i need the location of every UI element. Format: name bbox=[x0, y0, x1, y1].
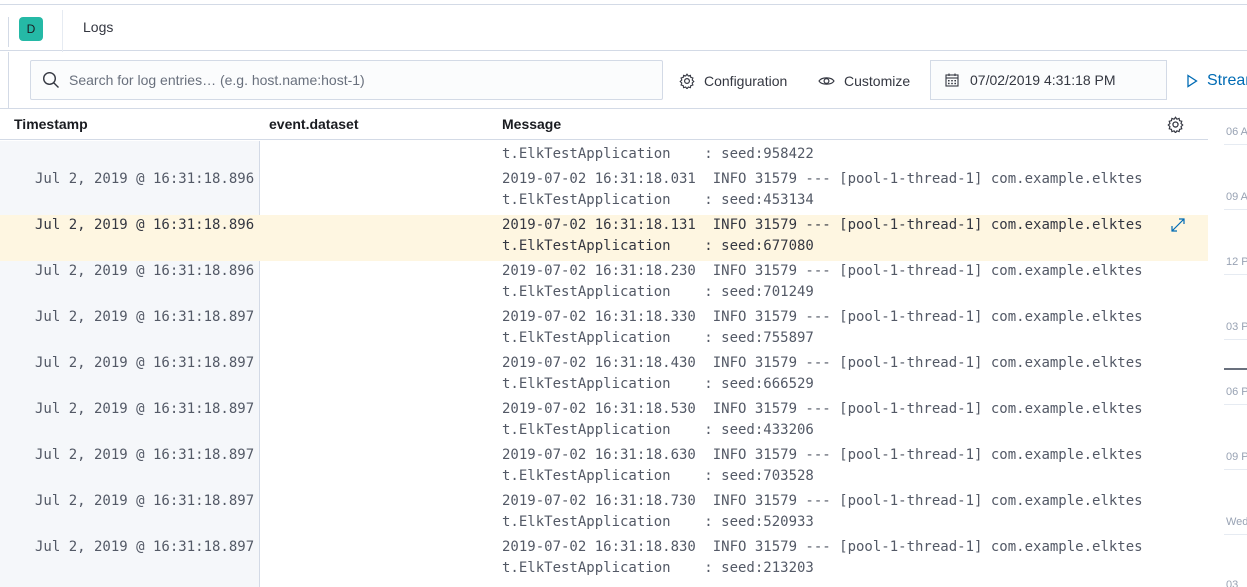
log-message-line: 2019-07-02 16:31:18.031 INFO 31579 --- [… bbox=[502, 171, 1143, 187]
log-message: 2019-07-02 16:31:18.530 INFO 31579 --- [… bbox=[502, 399, 1143, 441]
log-message-line: t.ElkTestApplication : seed:703528 bbox=[502, 468, 814, 484]
configuration-button[interactable]: Configuration bbox=[679, 70, 787, 92]
log-timestamp: Jul 2, 2019 @ 16:31:18.896 bbox=[35, 263, 255, 279]
log-timestamp: Jul 2, 2019 @ 16:31:18.897 bbox=[35, 539, 255, 555]
header-divider bbox=[62, 10, 63, 56]
log-row[interactable]: Jul 2, 2019 @ 16:31:18.897 2019-07-02 16:… bbox=[0, 537, 1208, 583]
minimap-tick bbox=[1224, 404, 1247, 405]
log-row[interactable]: Jul 2, 2019 @ 16:31:18.897 2019-07-02 16:… bbox=[0, 353, 1208, 399]
space-avatar[interactable]: D bbox=[19, 17, 43, 41]
column-settings-icon[interactable] bbox=[1167, 116, 1184, 133]
log-timestamp: Jul 2, 2019 @ 16:31:18.896 bbox=[35, 171, 255, 187]
header-divider bbox=[8, 17, 9, 47]
log-stream[interactable]: Jul 2, 2019 @ 16:31:18.896 2019-07-02 16:… bbox=[0, 141, 1208, 587]
column-dataset: event.dataset bbox=[269, 116, 359, 132]
minimap-time-label: 06 A bbox=[1226, 126, 1247, 138]
log-message: 2019-07-02 16:31:18.730 INFO 31579 --- [… bbox=[502, 491, 1143, 533]
log-message: 2019-07-02 16:31:18.031 INFO 31579 --- [… bbox=[502, 169, 1143, 211]
customize-button[interactable]: Customize bbox=[818, 70, 910, 92]
minimap-time-label: 09 A bbox=[1226, 191, 1247, 203]
minimap-tick bbox=[1224, 144, 1247, 145]
log-message-line: 2019-07-02 16:31:18.131 INFO 31579 --- [… bbox=[502, 217, 1143, 233]
stream-live-button[interactable]: Stream live bbox=[1186, 70, 1247, 92]
log-timestamp: Jul 2, 2019 @ 16:31:18.897 bbox=[35, 309, 255, 325]
eye-icon bbox=[818, 77, 835, 85]
log-message: 2019-07-02 16:31:18.430 INFO 31579 --- [… bbox=[502, 353, 1143, 395]
date-picker[interactable]: 07/02/2019 4:31:18 PM bbox=[930, 60, 1167, 100]
app-header: D Logs bbox=[0, 5, 1247, 56]
log-message: 2019-07-02 16:31:17.933 INFO 31579 --- [… bbox=[502, 141, 1143, 165]
log-message-line: 2019-07-02 16:31:18.230 INFO 31579 --- [… bbox=[502, 263, 1143, 279]
log-message-line: t.ElkTestApplication : seed:433206 bbox=[502, 422, 814, 438]
log-message-line: t.ElkTestApplication : seed:958422 bbox=[502, 146, 814, 162]
minimap-time-label: Wed bbox=[1226, 516, 1247, 528]
calendar-icon bbox=[945, 73, 959, 87]
log-message-line: t.ElkTestApplication : seed:666529 bbox=[502, 376, 814, 392]
log-row[interactable]: Jul 2, 2019 @ 16:31:18.896 2019-07-02 16:… bbox=[0, 141, 1208, 169]
gear-icon bbox=[679, 73, 695, 89]
minimap-time-label: 06 P bbox=[1226, 386, 1247, 398]
log-message-line: t.ElkTestApplication : seed:520933 bbox=[502, 514, 814, 530]
log-message-line: 2019-07-02 16:31:18.630 INFO 31579 --- [… bbox=[502, 447, 1143, 463]
log-row[interactable]: Jul 2, 2019 @ 16:31:18.897 2019-07-02 16:… bbox=[0, 445, 1208, 491]
log-message: 2019-07-02 16:31:18.131 INFO 31579 --- [… bbox=[502, 215, 1143, 257]
log-timestamp: Jul 2, 2019 @ 16:31:18.897 bbox=[35, 401, 255, 417]
log-timestamp: Jul 2, 2019 @ 16:31:18.897 bbox=[35, 355, 255, 371]
log-row[interactable]: Jul 2, 2019 @ 16:31:18.896 2019-07-02 16:… bbox=[0, 261, 1208, 307]
minimap-tick bbox=[1224, 339, 1247, 340]
log-message-line: 2019-07-02 16:31:18.830 INFO 31579 --- [… bbox=[502, 539, 1143, 555]
log-timestamp: Jul 2, 2019 @ 16:31:18.897 bbox=[35, 493, 255, 509]
log-message-line: t.ElkTestApplication : seed:677080 bbox=[502, 238, 814, 254]
column-message: Message bbox=[502, 116, 562, 132]
toolbar-divider bbox=[8, 52, 9, 109]
minimap-time-label: 12 P bbox=[1226, 256, 1247, 268]
log-row[interactable]: Jul 2, 2019 @ 16:31:18.896 2019-07-02 16:… bbox=[0, 169, 1208, 215]
log-message-line: 2019-07-02 16:31:18.530 INFO 31579 --- [… bbox=[502, 401, 1143, 417]
log-rows: Jul 2, 2019 @ 16:31:18.896 2019-07-02 16:… bbox=[0, 141, 1208, 583]
stream-live-label: Stream live bbox=[1207, 72, 1247, 89]
date-value: 07/02/2019 4:31:18 PM bbox=[970, 72, 1116, 88]
log-message-line: 2019-07-02 16:31:18.730 INFO 31579 --- [… bbox=[502, 493, 1143, 509]
logs-toolbar: Configuration Customize 07/02/2019 4:31:… bbox=[0, 52, 1247, 109]
log-message-line: t.ElkTestApplication : seed:701249 bbox=[502, 284, 814, 300]
expand-icon[interactable] bbox=[1170, 217, 1186, 233]
log-timestamp: Jul 2, 2019 @ 16:31:18.896 bbox=[35, 217, 255, 233]
search-input[interactable] bbox=[69, 61, 649, 99]
minimap-time-label: 09 P bbox=[1226, 451, 1247, 463]
configuration-label: Configuration bbox=[704, 73, 788, 89]
log-message: 2019-07-02 16:31:18.330 INFO 31579 --- [… bbox=[502, 307, 1143, 349]
log-message: 2019-07-02 16:31:18.630 INFO 31579 --- [… bbox=[502, 445, 1143, 487]
play-icon bbox=[1187, 74, 1198, 88]
customize-label: Customize bbox=[844, 73, 911, 89]
log-message-line: 2019-07-02 16:31:18.430 INFO 31579 --- [… bbox=[502, 355, 1143, 371]
minimap-current-position bbox=[1224, 368, 1247, 370]
minimap-tick bbox=[1224, 469, 1247, 470]
log-message: 2019-07-02 16:31:18.830 INFO 31579 --- [… bbox=[502, 537, 1143, 579]
log-message: 2019-07-02 16:31:18.230 INFO 31579 --- [… bbox=[502, 261, 1143, 303]
column-timestamp: Timestamp bbox=[14, 116, 88, 132]
minimap-time-label: 03 P bbox=[1226, 321, 1247, 333]
log-message-line: t.ElkTestApplication : seed:453134 bbox=[502, 192, 814, 208]
search-bar[interactable] bbox=[30, 60, 663, 100]
log-row[interactable]: Jul 2, 2019 @ 16:31:18.897 2019-07-02 16:… bbox=[0, 491, 1208, 537]
log-message-line: 2019-07-02 16:31:18.330 INFO 31579 --- [… bbox=[502, 309, 1143, 325]
minimap-tick bbox=[1224, 209, 1247, 210]
column-header: Timestamp event.dataset Message bbox=[0, 110, 1208, 140]
log-row[interactable]: Jul 2, 2019 @ 16:31:18.897 2019-07-02 16:… bbox=[0, 399, 1208, 445]
log-timestamp: Jul 2, 2019 @ 16:31:18.896 bbox=[35, 141, 254, 144]
minimap-time-label: 03 bbox=[1226, 579, 1239, 587]
breadcrumb-logs[interactable]: Logs bbox=[83, 19, 113, 35]
log-timestamp: Jul 2, 2019 @ 16:31:18.897 bbox=[35, 447, 255, 463]
log-row[interactable]: Jul 2, 2019 @ 16:31:18.896 2019-07-02 16:… bbox=[0, 215, 1208, 261]
log-minimap[interactable]: 06 A 09 A 12 P 03 P 06 P 09 P Wed 03 bbox=[1208, 110, 1247, 587]
log-row[interactable]: Jul 2, 2019 @ 16:31:18.897 2019-07-02 16:… bbox=[0, 307, 1208, 353]
search-icon bbox=[42, 71, 59, 88]
log-message-line: t.ElkTestApplication : seed:755897 bbox=[502, 330, 814, 346]
minimap-tick bbox=[1224, 534, 1247, 535]
minimap-tick bbox=[1224, 274, 1247, 275]
log-message-line: t.ElkTestApplication : seed:213203 bbox=[502, 560, 814, 576]
